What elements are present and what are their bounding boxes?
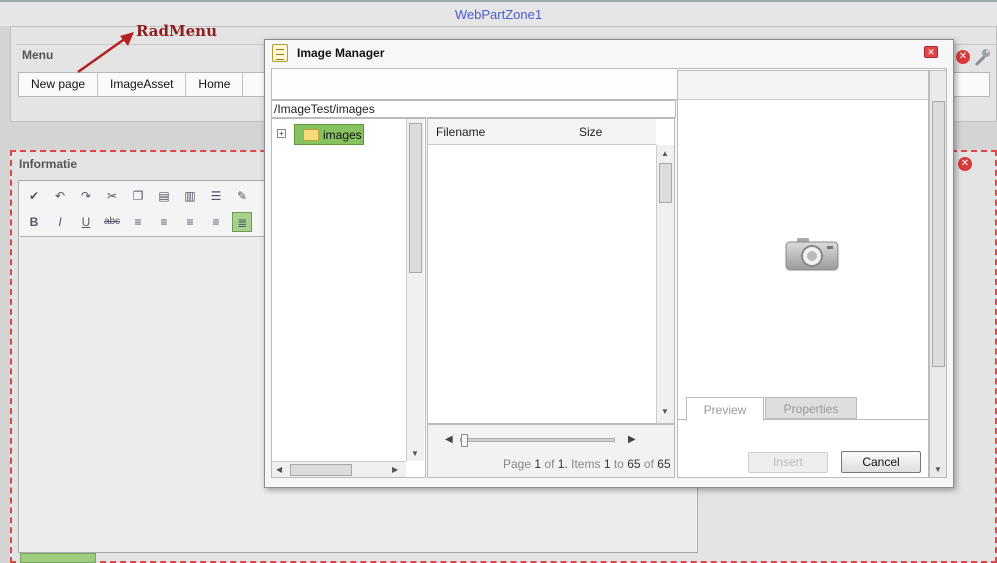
path-breadcrumb: /ImageTest/images (271, 100, 676, 118)
wrench-icon[interactable] (973, 48, 991, 66)
grid-vertical-scrollbar[interactable]: ▲ ▼ (656, 145, 674, 423)
editor-toolbar-row-2: B I U abc ≡ ≡ ≡ ≡ ≣ (24, 212, 252, 232)
pager-current-page: 1 (534, 457, 542, 471)
align-left-icon[interactable]: ≡ (128, 212, 148, 232)
html-mode-icon[interactable]: ≣ (232, 212, 252, 232)
pager-page-count: 1. (557, 457, 568, 471)
list-icon[interactable]: ☰ (206, 186, 226, 206)
paste-special-icon[interactable]: ▥ (180, 186, 200, 206)
scroll-down-icon[interactable]: ▼ (661, 407, 669, 416)
tree-vertical-scrollbar[interactable]: ▼ (406, 119, 424, 461)
tree-expand-icon[interactable]: + (277, 129, 286, 138)
underline-icon[interactable]: U (76, 212, 96, 232)
cut-icon[interactable]: ✂ (102, 186, 122, 206)
undo-icon[interactable]: ↶ (50, 186, 70, 206)
folder-icon (303, 128, 319, 141)
scroll-left-icon[interactable]: ◀ (276, 465, 282, 474)
thumbnail-size-slider[interactable] (460, 438, 615, 442)
dialog-title: Image Manager (297, 46, 385, 60)
align-right-icon[interactable]: ≡ (180, 212, 200, 232)
redo-icon[interactable]: ↷ (76, 186, 96, 206)
tree-node-label: images (323, 127, 362, 142)
scroll-down-icon[interactable]: ▼ (411, 449, 419, 458)
scroll-up-icon[interactable]: ▲ (661, 149, 669, 158)
pager-to-label: to (613, 457, 624, 471)
pager-total: 65 (657, 457, 671, 471)
column-header-filename[interactable]: Filename (428, 125, 571, 139)
format-painter-icon[interactable]: ✎ (232, 186, 252, 206)
slider-handle[interactable] (461, 434, 468, 447)
scrollbar-thumb[interactable] (659, 163, 672, 203)
column-header-size[interactable]: Size (571, 125, 602, 139)
editor-toolbar-row-1: ✔ ↶ ↷ ✂ ❐ ▤ ▥ ☰ ✎ (24, 186, 252, 206)
close-icon[interactable]: ✕ (958, 157, 972, 171)
slider-left-icon[interactable]: ◀ (445, 434, 453, 445)
insert-button[interactable]: Insert (748, 452, 828, 473)
menu-webpart-title: Menu (22, 48, 54, 62)
scrollbar-thumb[interactable] (409, 123, 422, 273)
pager-prefix: Page (503, 457, 532, 471)
tree-node-images[interactable]: images (294, 124, 364, 145)
spellcheck-icon[interactable]: ✔ (24, 186, 44, 206)
copy-icon[interactable]: ❐ (128, 186, 148, 206)
grid-header: Filename Size (428, 119, 656, 145)
italic-icon[interactable]: I (50, 212, 70, 232)
scroll-right-icon[interactable]: ▶ (392, 465, 398, 474)
pager-info: Page 1 of 1. Items 1 to 65 of 65 (503, 457, 671, 471)
pager-of: of (544, 457, 555, 471)
pager-to: 65 (627, 457, 641, 471)
tab-preview[interactable]: Preview (686, 397, 764, 421)
menu-item-imageasset[interactable]: ImageAsset (98, 73, 187, 96)
pager-of-2: of (643, 457, 654, 471)
pager-from: 1 (603, 457, 611, 471)
cancel-button[interactable]: Cancel (841, 451, 921, 473)
preview-scrollbar[interactable]: ▼ (929, 70, 947, 478)
menu-item-home[interactable]: Home (186, 73, 244, 96)
align-center-icon[interactable]: ≡ (154, 212, 174, 232)
scroll-down-icon[interactable]: ▼ (934, 465, 942, 474)
editor-design-tab[interactable] (20, 553, 96, 563)
strikethrough-icon[interactable]: abc (102, 212, 122, 232)
camera-icon (785, 238, 839, 271)
bold-icon[interactable]: B (24, 212, 44, 232)
justify-icon[interactable]: ≡ (206, 212, 226, 232)
informatie-webpart-title: Informatie (19, 157, 78, 171)
close-icon[interactable]: ✕ (956, 50, 970, 64)
callout-arrow (77, 32, 134, 74)
pager-items: Items (571, 457, 601, 471)
paste-icon[interactable]: ▤ (154, 186, 174, 206)
menu-item-new-page[interactable]: New page (19, 73, 99, 96)
file-grid (427, 118, 675, 424)
slider-right-icon[interactable]: ▶ (628, 434, 636, 445)
scrollbar-thumb[interactable] (932, 101, 945, 367)
folder-tree (271, 118, 426, 478)
tree-horizontal-scrollbar[interactable]: ◀ ▶ (272, 461, 406, 477)
preview-header (678, 71, 928, 100)
close-icon[interactable]: ✕ (924, 46, 938, 58)
scrollbar-thumb[interactable] (290, 464, 352, 476)
radmenu-callout-label: RadMenu (136, 22, 217, 40)
tab-properties[interactable]: Properties (765, 397, 857, 419)
document-icon (272, 44, 288, 62)
